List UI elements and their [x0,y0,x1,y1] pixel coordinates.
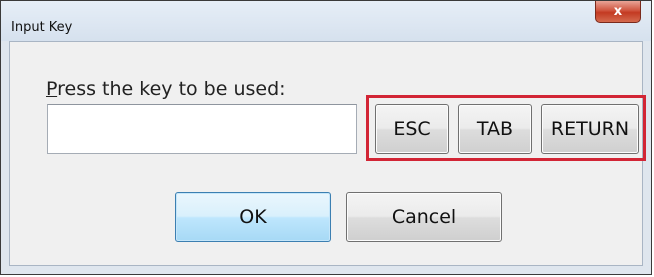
window-title: Input Key [11,20,73,35]
close-button[interactable]: x [595,1,641,23]
cancel-button[interactable]: Cancel [346,192,502,242]
input-key-dialog: Input Key x Press the key to be used: ES… [0,0,652,275]
prompt-text: ress the key to be used: [57,78,286,100]
tab-button[interactable]: TAB [458,104,532,154]
title-bar[interactable]: Input Key x [1,1,651,41]
prompt-mnemonic: P [46,78,58,100]
return-button[interactable]: RETURN [541,104,639,154]
dialog-body: Press the key to be used: ESC TAB RETURN… [9,41,646,266]
esc-button[interactable]: ESC [375,104,449,154]
close-icon: x [613,4,623,19]
prompt-label: Press the key to be used: [46,78,286,100]
key-input[interactable] [47,104,357,154]
ok-button[interactable]: OK [175,192,331,242]
